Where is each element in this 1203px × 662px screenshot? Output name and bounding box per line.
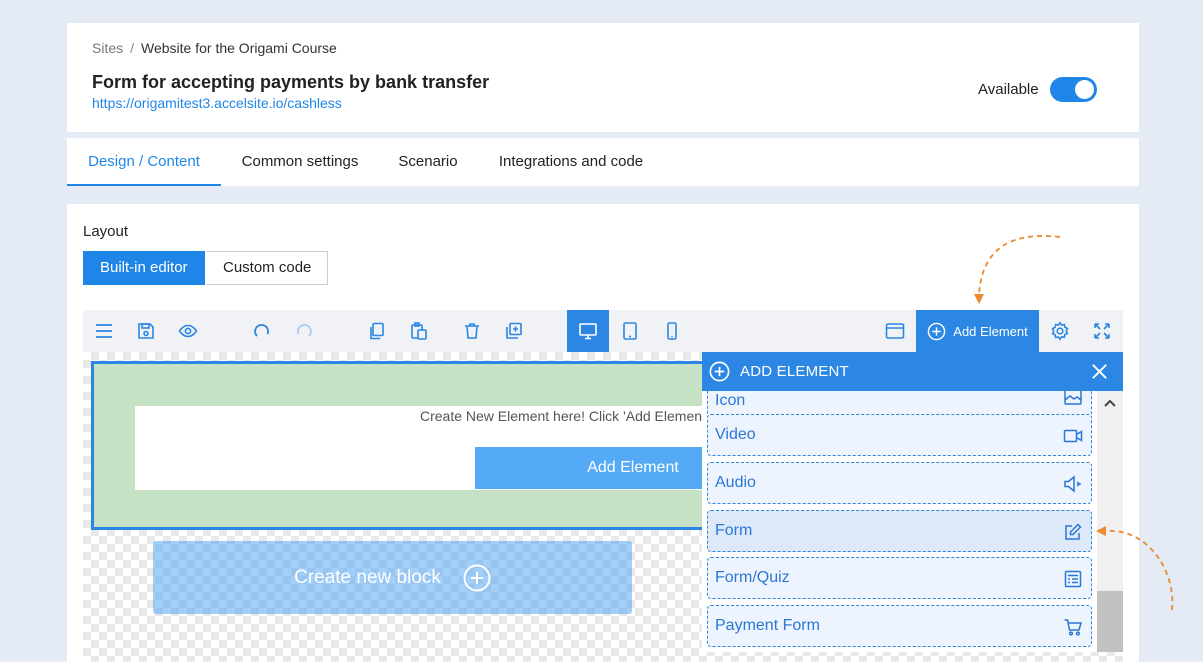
chevron-up-icon[interactable] <box>1103 396 1117 410</box>
scroll-thumb[interactable] <box>1097 591 1123 652</box>
element-item-label: Icon <box>715 392 746 409</box>
create-new-block-button[interactable]: Create new block <box>153 541 632 614</box>
video-icon <box>1063 429 1083 443</box>
available-toggle[interactable] <box>1050 77 1097 102</box>
edit-icon <box>1065 523 1082 540</box>
element-item-payment-form[interactable]: Payment Form <box>707 605 1092 647</box>
toolbar-add-element-label: Add Element <box>953 323 1028 339</box>
tabs-bar: Design / Content Common settings Scenari… <box>67 138 1139 186</box>
breadcrumb-current: Website for the Origami Course <box>141 40 337 56</box>
undo-icon[interactable] <box>241 310 283 352</box>
editor-toolbar: Add Element <box>83 310 1123 352</box>
panel-scrollbar[interactable] <box>1097 391 1123 652</box>
custom-code-button[interactable]: Custom code <box>207 251 329 285</box>
menu-icon[interactable] <box>83 310 125 352</box>
add-circle-icon <box>709 361 730 382</box>
element-item-label: Form/Quiz <box>715 569 790 586</box>
cart-icon <box>1064 619 1082 636</box>
duplicate-icon[interactable] <box>493 310 535 352</box>
header-card: Sites / Website for the Origami Course For… <box>67 23 1139 132</box>
tab-scenario[interactable]: Scenario <box>392 138 464 186</box>
built-in-editor-button[interactable]: Built-in editor <box>83 251 205 285</box>
tablet-icon[interactable] <box>609 310 651 352</box>
create-new-block-label: Create new block <box>294 566 441 588</box>
breadcrumb: Sites / Website for the Origami Course <box>92 40 337 56</box>
browser-window-icon[interactable] <box>874 310 916 352</box>
copy-icon[interactable] <box>356 310 398 352</box>
placeholder-text: Create New Element here! Click 'Add Elem… <box>420 408 709 424</box>
element-item-form[interactable]: Form <box>707 510 1092 552</box>
element-item-label: Form <box>715 522 753 539</box>
element-item-label: Payment Form <box>715 617 820 634</box>
add-circle-icon <box>463 564 491 591</box>
image-icon <box>1064 391 1082 405</box>
mobile-icon[interactable] <box>651 310 693 352</box>
breadcrumb-sites-link[interactable]: Sites <box>92 40 123 56</box>
element-item-audio[interactable]: Audio <box>707 462 1092 504</box>
desktop-icon[interactable] <box>567 310 609 352</box>
quiz-icon <box>1064 570 1082 588</box>
content-block[interactable]: Create New Element here! Click 'Add Elem… <box>91 361 791 530</box>
element-list: Icon Video Audio Form Form/Quiz Payment … <box>702 391 1097 652</box>
add-circle-icon <box>927 322 946 340</box>
breadcrumb-separator: / <box>130 40 135 56</box>
settings-icon[interactable] <box>1039 310 1081 352</box>
speaker-icon <box>1064 475 1082 493</box>
panel-title: ADD ELEMENT <box>740 363 849 380</box>
tab-design-content[interactable]: Design / Content <box>67 138 221 186</box>
close-icon[interactable] <box>1090 362 1109 381</box>
toggle-knob <box>1075 80 1094 99</box>
fullscreen-icon[interactable] <box>1081 310 1123 352</box>
element-item-label: Audio <box>715 474 756 491</box>
save-icon[interactable] <box>125 310 167 352</box>
page-url-link[interactable]: https://origamitest3.accelsite.io/cashle… <box>92 95 342 111</box>
tab-common-settings[interactable]: Common settings <box>232 138 368 186</box>
page-title: Form for accepting payments by bank tran… <box>92 72 490 92</box>
panel-header: ADD ELEMENT <box>702 352 1123 391</box>
element-placeholder[interactable]: Create New Element here! Click 'Add Elem… <box>135 406 791 490</box>
delete-icon[interactable] <box>451 310 493 352</box>
redo-icon[interactable] <box>283 310 325 352</box>
available-label: Available <box>978 81 1039 98</box>
element-item-form-quiz[interactable]: Form/Quiz <box>707 557 1092 599</box>
tab-integrations[interactable]: Integrations and code <box>492 138 650 186</box>
add-element-panel: ADD ELEMENT Icon Video Audio Form Form/Q… <box>702 352 1123 652</box>
layout-label: Layout <box>83 223 129 240</box>
element-item-video[interactable]: Video <box>707 414 1092 456</box>
toolbar-add-element-button[interactable]: Add Element <box>916 310 1039 352</box>
paste-icon[interactable] <box>398 310 440 352</box>
element-item-label: Video <box>715 426 756 443</box>
preview-icon[interactable] <box>167 310 209 352</box>
